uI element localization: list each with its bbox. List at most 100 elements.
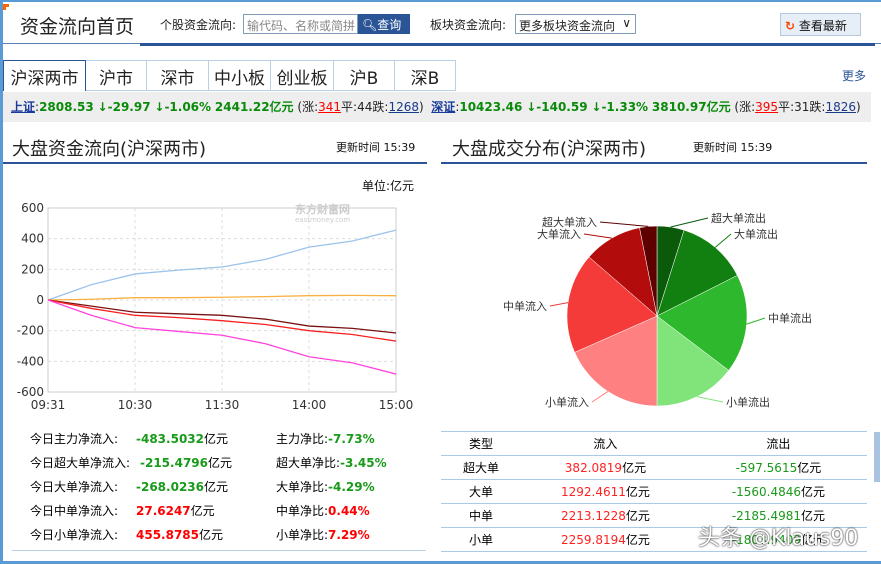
stat-row: 今日小单净流入: 455.8785亿元 小单净比:7.29% [30, 524, 420, 548]
scrollbar[interactable] [874, 432, 880, 482]
stat-label: 今日超大单净流入: [30, 456, 131, 470]
y-tick-label: 600 [21, 201, 44, 215]
down-arrow-icon: ↓ [591, 100, 602, 114]
down-label: 跌 [372, 100, 385, 114]
pie-label: 大单流入 [537, 227, 581, 241]
refresh-button[interactable]: ↻ 查看最新 [780, 13, 861, 36]
unit: 亿元 [797, 461, 822, 475]
x-tick-label: 15:00 [379, 398, 414, 412]
tab-sme[interactable]: 中小板 [209, 60, 271, 91]
net-inflow-stats: 今日主力净流入: -483.5032亿元 主力净比:-7.73% 今日超大单净流… [30, 428, 420, 548]
ratio-group: 超大单净比:-3.45% [276, 454, 387, 471]
pie-label: 超大单流出 [711, 211, 766, 225]
inflow-value: 2259.8194 [560, 533, 626, 547]
x-tick-label: 11:30 [205, 398, 240, 412]
stat-unit: 亿元 [204, 432, 229, 446]
sh-flat: 44 [357, 100, 373, 114]
down-arrow-icon: ↓ [526, 100, 537, 114]
sector-flow-label: 板块资金流向: [430, 18, 507, 32]
up-label: 涨 [302, 100, 315, 114]
ratio-value: 7.29% [328, 528, 370, 542]
unit: 亿元 [622, 461, 647, 475]
label-leader [583, 233, 612, 239]
stat-value-group: -483.5032亿元 [136, 430, 228, 447]
right-panel-title: 大盘成交分布(沪深两市) [452, 139, 647, 160]
x-tick-label: 10:30 [118, 398, 153, 412]
ratio-group: 主力净比:-7.73% [276, 430, 375, 447]
ratio-label: 超大单净比: [276, 456, 341, 470]
table-header: 类型 流入 流出 [441, 431, 867, 456]
label-leader [696, 396, 724, 403]
sh-amount: 2441.22亿元 [214, 100, 294, 114]
stock-search-input[interactable]: 输代码、名称或简拼 [243, 14, 358, 34]
market-tabs: 沪深两市 沪市 深市 中小板 创业板 沪B 深B [3, 60, 456, 91]
stat-row: 今日中单净流入: 27.6247亿元 中单净比:0.44% [30, 500, 420, 524]
ratio-label: 主力净比: [276, 432, 329, 446]
inflow-value: 1292.4611 [560, 485, 626, 499]
fund-flow-line-chart: 600 400 200 0 -200 -400 -60009:31 10:30 11:30 14:… [17, 201, 414, 412]
column-header: 类型 [441, 431, 521, 456]
index-bar: 上证:2808.53 ↓-29.97 ↓-1.06% 2441.22亿元 (涨:… [3, 92, 871, 122]
label-leader [591, 390, 609, 403]
sh-index-link[interactable]: 上证 [11, 100, 35, 114]
sector-select[interactable]: 更多板块资金流向 ∨ [515, 14, 636, 34]
update-label: 更新时间 [693, 141, 737, 154]
unit: 亿元 [625, 533, 650, 547]
tab-sz[interactable]: 深市 [147, 60, 209, 91]
ratio-group: 中单净比:0.44% [276, 502, 370, 519]
down-arrow-icon: ↓ [97, 100, 108, 114]
table-row: 大单 1292.4611亿元 -1560.4846亿元 [441, 479, 867, 504]
ratio-value: 0.44% [328, 504, 370, 518]
sz-down[interactable]: 1826 [825, 100, 856, 114]
search-icon: 🔍︎ [362, 18, 378, 32]
ratio-label: 大单净比: [276, 480, 329, 494]
sh-down[interactable]: 1268 [388, 100, 419, 114]
y-tick-label: -400 [17, 354, 44, 368]
divider [12, 550, 426, 551]
label-leader [599, 221, 649, 227]
inflow-cell: 2213.1228亿元 [521, 503, 690, 528]
header-underline [140, 43, 875, 46]
sh-up[interactable]: 341 [318, 100, 341, 114]
stat-value: -268.0236 [136, 480, 204, 494]
column-header: 流出 [689, 431, 867, 456]
label-leader [714, 233, 732, 248]
unit-label: 单位:亿元 [362, 179, 415, 193]
inflow-cell: 2259.8194亿元 [521, 527, 690, 552]
tab-gem[interactable]: 创业板 [271, 60, 334, 91]
update-time: 15:39 [383, 141, 416, 154]
unit: 亿元 [625, 509, 650, 523]
trade-distribution-pie: 超大单流出大单流出中单流出小单流出 小单流入 中单流入 大单流入超大单流入 [503, 211, 812, 409]
up-label: 涨 [739, 100, 752, 114]
pie-label: 中单流入 [503, 299, 547, 313]
tab-sh[interactable]: 沪市 [86, 60, 147, 91]
pie-label: 中单流出 [768, 311, 812, 325]
tab-all[interactable]: 沪深两市 [3, 60, 86, 91]
ratio-value: -4.29% [328, 480, 375, 494]
more-link[interactable]: 更多 [842, 67, 866, 84]
stat-unit: 亿元 [190, 504, 215, 518]
sz-index-link[interactable]: 深证 [431, 100, 455, 114]
inflow-cell: 382.0819亿元 [521, 455, 690, 480]
tab-shb[interactable]: 沪B [334, 60, 395, 91]
type-cell: 小单 [441, 527, 521, 552]
sz-price: 10423.46 [459, 100, 523, 114]
label-leader [670, 217, 709, 228]
sh-price: 2808.53 [39, 100, 94, 114]
column-header: 流入 [521, 431, 690, 456]
sz-up[interactable]: 395 [755, 100, 778, 114]
stat-value: 27.6247 [136, 504, 191, 518]
stat-unit: 亿元 [199, 528, 224, 542]
down-label: 跌 [809, 100, 822, 114]
pie-label: 大单流出 [734, 227, 778, 241]
sz-amount: 3810.97亿元 [651, 100, 731, 114]
ratio-value: -3.45% [340, 456, 387, 470]
type-cell: 中单 [441, 503, 521, 528]
tab-szb[interactable]: 深B [395, 60, 456, 91]
search-button[interactable]: 🔍︎查询 [358, 14, 410, 34]
flat-label: 平 [341, 100, 354, 114]
stat-value: 455.8785 [136, 528, 200, 542]
label-leader [746, 317, 766, 325]
inflow-value: 2213.1228 [560, 509, 626, 523]
stat-value-group: -268.0236亿元 [136, 478, 228, 495]
